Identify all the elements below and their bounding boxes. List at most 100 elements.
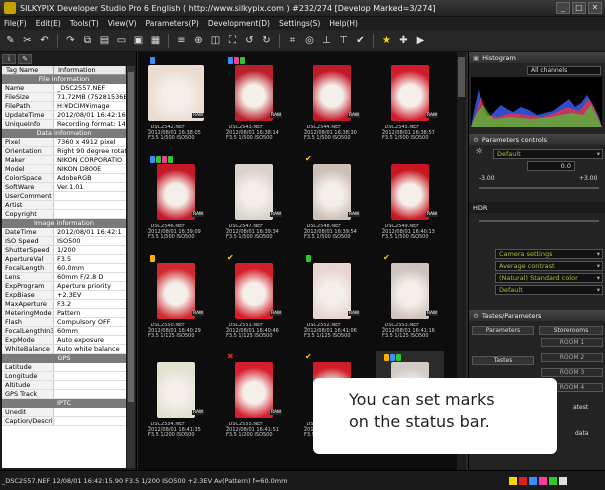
thumbnail-item[interactable]: RAW _DSC2545.NEF 2012/08/01 16:38:57 F3.5… <box>376 54 444 147</box>
table-row[interactable]: SoftWare Ver.1.01 <box>2 183 126 192</box>
thumbnail-item[interactable]: RAW _DSC2547.NEF 2012/08/01 16:39:34 F3.5… <box>220 153 288 246</box>
latest-button[interactable]: atest <box>573 404 588 411</box>
table-row[interactable]: ShutterSpeed 1/200 <box>2 246 126 255</box>
hdr-slider[interactable] <box>479 220 599 222</box>
copy-icon[interactable]: ⧉ <box>81 34 94 47</box>
undo-icon[interactable]: ↶ <box>38 34 51 47</box>
histogram-header[interactable]: ▣ Histogram <box>469 52 605 63</box>
minimize-button[interactable]: _ <box>556 2 570 14</box>
status-mark-button[interactable] <box>539 477 547 485</box>
preset-select[interactable]: Default <box>493 149 603 159</box>
table-row[interactable]: Altitude <box>2 381 126 390</box>
exposure-field[interactable]: 0.0 <box>527 161 575 171</box>
scissors-icon[interactable]: ✂ <box>21 34 34 47</box>
table-row[interactable]: ApertureVal F3.5 <box>2 255 126 264</box>
table-row[interactable]: Pixel 7360 x 4912 pixel <box>2 138 126 147</box>
thumbnail-item[interactable]: RAW _DSC2544.NEF 2012/08/01 16:38:30 F3.5… <box>298 54 366 147</box>
paste-icon[interactable]: ▤ <box>98 34 111 47</box>
tastes-header[interactable]: ⚙ Tastes/Parameters <box>469 310 605 321</box>
check-icon[interactable]: ✔ <box>354 34 367 47</box>
table-row[interactable]: ColorSpace AdobeRGB <box>2 174 126 183</box>
level-icon[interactable]: ⊤ <box>337 34 350 47</box>
maximize-button[interactable]: □ <box>572 2 586 14</box>
grid-icon[interactable]: ▦ <box>149 34 162 47</box>
table-row[interactable]: FocalLength 60.0mm <box>2 264 126 273</box>
table-row[interactable]: Caption/Descri <box>2 417 126 426</box>
crop-icon[interactable]: ⌗ <box>286 34 299 47</box>
status-mark-button[interactable] <box>549 477 557 485</box>
menu-item-4[interactable]: Parameters(P) <box>146 19 199 28</box>
table-row[interactable]: Lens 60mm F/2.8 D <box>2 273 126 282</box>
info-scrollbar[interactable] <box>127 66 135 468</box>
table-row[interactable]: Unedit <box>2 408 126 417</box>
thumbnail-item[interactable]: RAW _DSC2552.NEF 2012/08/01 16:41:06 F3.5… <box>298 252 366 345</box>
star-icon[interactable]: ★ <box>380 34 393 47</box>
spot-icon[interactable]: ◎ <box>303 34 316 47</box>
rotate-left-icon[interactable]: ↺ <box>243 34 256 47</box>
fullscreen-icon[interactable]: ⛶ <box>226 34 239 47</box>
straighten-icon[interactable]: ⊥ <box>320 34 333 47</box>
table-row[interactable]: Latitude <box>2 363 126 372</box>
grid-scroll-thumb[interactable] <box>458 57 465 97</box>
zoom-icon[interactable]: ⊕ <box>192 34 205 47</box>
thumbnail-item[interactable]: ✖ RAW _DSC2555.NEF 2012/08/01 16:41:51 F3.… <box>220 351 288 444</box>
parameters-header[interactable]: ⚙ Parameters controls <box>469 134 605 145</box>
comment-tab[interactable]: ✎ <box>18 54 32 64</box>
histogram-channel-select[interactable]: All channels <box>527 66 601 75</box>
color-select[interactable]: (Natural) Standard color <box>495 273 603 283</box>
table-row[interactable]: UpdateTime 2012/08/01 16:42:16 <box>2 111 126 120</box>
thumbnail-item[interactable]: RAW _DSC2550.NEF 2012/08/01 16:40:29 F3.5… <box>142 252 210 345</box>
develop-icon[interactable]: ▶ <box>414 34 427 47</box>
status-mark-button[interactable] <box>559 477 567 485</box>
redo-icon[interactable]: ↷ <box>64 34 77 47</box>
table-row[interactable]: Orientation Right 90 degree rotat <box>2 147 126 156</box>
storeroom-button[interactable]: ROOM 2 <box>541 353 603 362</box>
table-row[interactable]: FocalLengthIn35 60mm <box>2 327 126 336</box>
table-row[interactable]: Model NIKON D800E <box>2 165 126 174</box>
list-icon[interactable]: ≡ <box>175 34 188 47</box>
wrench-icon[interactable]: ✎ <box>4 34 17 47</box>
table-row[interactable]: ExpMode Auto exposure <box>2 336 126 345</box>
info-scroll-thumb[interactable] <box>128 72 134 402</box>
table-row[interactable]: Longitude <box>2 372 126 381</box>
close-button[interactable]: ✕ <box>588 2 602 14</box>
table-row[interactable]: MaxAperture F3.2 <box>2 300 126 309</box>
thumbnail-item[interactable]: RAW _DSC2542.NEF 2012/08/01 16:38:05 F3.5… <box>142 54 210 147</box>
rotate-right-icon[interactable]: ↻ <box>260 34 273 47</box>
thumbnail-item[interactable]: ✔ RAW _DSC2553.NEF 2012/08/01 16:41:16 F3.… <box>376 252 444 345</box>
table-row[interactable]: GPS Track <box>2 390 126 399</box>
folder-icon[interactable]: ▭ <box>115 34 128 47</box>
table-row[interactable]: FileSize 71.72MB (75281536By <box>2 93 126 102</box>
menu-item-6[interactable]: Settings(S) <box>279 19 320 28</box>
menu-item-3[interactable]: View(V) <box>108 19 137 28</box>
status-mark-button[interactable] <box>519 477 527 485</box>
white-balance-select[interactable]: Camera settings <box>495 249 603 259</box>
table-row[interactable]: MeteringMode Pattern <box>2 309 126 318</box>
table-row[interactable]: Copyright <box>2 210 126 219</box>
table-row[interactable]: DateTime 2012/08/01 16:42:1 <box>2 228 126 237</box>
table-row[interactable]: Artist <box>2 201 126 210</box>
thumbnail-item[interactable]: ✔ RAW _DSC2551.NEF 2012/08/01 16:40:46 F3.… <box>220 252 288 345</box>
hdr-header[interactable]: HDR <box>469 202 605 213</box>
table-row[interactable]: FilePath H:¥DCIM¥image <box>2 102 126 111</box>
thumbnail-item[interactable]: RAW _DSC2554.NEF 2012/08/01 16:41:35 F3.5… <box>142 351 210 444</box>
table-row[interactable]: Name _DSC2557.NEF <box>2 84 126 93</box>
table-row[interactable]: UserComment <box>2 192 126 201</box>
thumbnail-item[interactable]: ✔ RAW _DSC2548.NEF 2012/08/01 16:39:54 F3.… <box>298 153 366 246</box>
menu-item-1[interactable]: Edit(E) <box>36 19 61 28</box>
puzzle-icon[interactable]: ✚ <box>397 34 410 47</box>
thumbnail-item[interactable]: RAW _DSC2546.NEF 2012/08/01 16:39:09 F3.5… <box>142 153 210 246</box>
table-row[interactable]: Maker NIKON CORPORATIO <box>2 156 126 165</box>
info-tab[interactable]: i <box>2 54 16 64</box>
thumbnail-item[interactable]: RAW _DSC2549.NEF 2012/08/01 16:40:13 F3.5… <box>376 153 444 246</box>
sharpness-select[interactable]: Default <box>495 285 603 295</box>
table-row[interactable]: WhiteBalance Auto white balance <box>2 345 126 354</box>
menu-item-0[interactable]: File(F) <box>4 19 27 28</box>
storeroom-button[interactable]: ROOM 1 <box>541 338 603 347</box>
status-mark-button[interactable] <box>529 477 537 485</box>
status-mark-button[interactable] <box>509 477 517 485</box>
data-button[interactable]: data <box>575 430 589 437</box>
table-row[interactable]: ExpProgram Aperture priority <box>2 282 126 291</box>
image-icon[interactable]: ▣ <box>132 34 145 47</box>
menu-item-2[interactable]: Tools(T) <box>70 19 99 28</box>
